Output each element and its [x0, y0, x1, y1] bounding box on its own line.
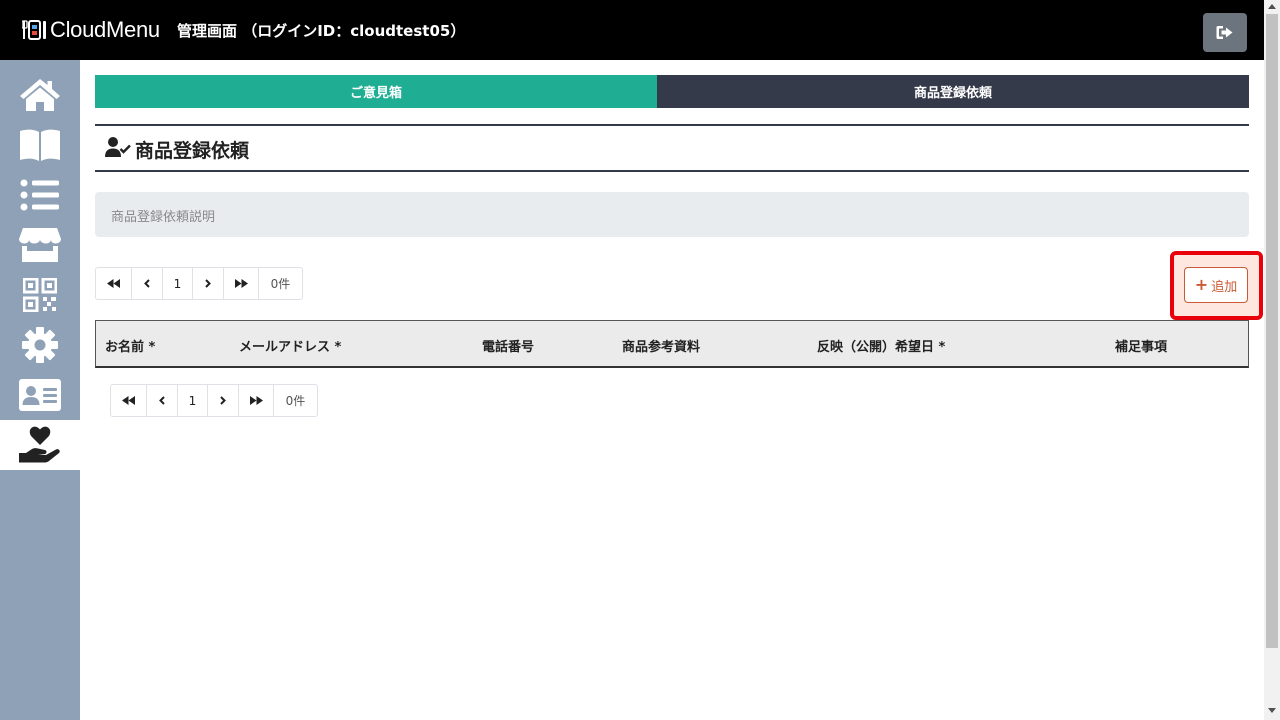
- vertical-scrollbar[interactable]: [1264, 0, 1280, 720]
- scroll-down-arrow-icon[interactable]: [1268, 708, 1276, 713]
- menu-logo-icon: [22, 20, 46, 40]
- sidebar-item-qrcode[interactable]: [0, 270, 80, 320]
- next-page-button[interactable]: [208, 385, 239, 416]
- next-page-button[interactable]: [193, 268, 224, 299]
- column-name: お名前 *: [105, 340, 156, 355]
- page-heading: 商品登録依頼: [95, 124, 1249, 172]
- record-count: 0件: [285, 394, 306, 408]
- cloudmenu-logo[interactable]: CloudMenu: [22, 16, 160, 44]
- sidebar-item-list[interactable]: [0, 170, 80, 220]
- store-icon: [19, 228, 61, 262]
- sidebar-item-profile[interactable]: [0, 370, 80, 420]
- pagination-top: 1 0件: [95, 267, 303, 300]
- tab-opinion-box[interactable]: ご意見箱: [95, 75, 657, 108]
- tab-product-request[interactable]: 商品登録依頼: [657, 75, 1249, 108]
- current-page[interactable]: 1: [163, 268, 193, 299]
- sign-out-icon: [1216, 26, 1233, 39]
- table-header: お名前 * メールアドレス * 電話番号 商品参考資料 反映（公開）希望日 * …: [95, 320, 1249, 368]
- list-icon: [20, 179, 59, 211]
- hand-holding-heart-icon: [19, 426, 60, 463]
- chevron-left-icon: [144, 279, 150, 288]
- sidebar-item-home[interactable]: [0, 70, 80, 120]
- column-phone: 電話番号: [482, 340, 535, 355]
- chevron-right-icon: [220, 396, 226, 405]
- column-email: メールアドレス *: [239, 340, 342, 355]
- top-bar: CloudMenu 管理画面 （ログインID：cloudtest05）: [0, 0, 1264, 60]
- sidebar-item-requests[interactable]: [0, 420, 80, 470]
- gear-icon: [22, 327, 58, 363]
- scroll-up-arrow-icon[interactable]: [1268, 4, 1276, 9]
- description-box: 商品登録依頼説明: [95, 192, 1249, 237]
- scrollbar-thumb[interactable]: [1266, 14, 1278, 648]
- record-count: 0件: [270, 277, 291, 291]
- tab-bar: ご意見箱 商品登録依頼: [95, 75, 1249, 108]
- book-open-icon: [20, 129, 60, 161]
- add-button-label: 追加: [1211, 279, 1238, 295]
- add-button[interactable]: + 追加: [1184, 267, 1248, 303]
- qrcode-icon: [23, 278, 57, 312]
- column-notes: 補足事項: [1115, 340, 1168, 355]
- plus-icon: +: [1194, 275, 1209, 294]
- sidebar-item-menu-book[interactable]: [0, 120, 80, 170]
- double-left-icon: [122, 396, 135, 405]
- page-title: 商品登録依頼: [135, 140, 250, 162]
- admin-title: 管理画面 （ログインID：cloudtest05）: [177, 22, 466, 40]
- user-check-icon: [105, 137, 131, 157]
- first-page-button[interactable]: [111, 385, 147, 416]
- last-page-button[interactable]: [239, 385, 274, 416]
- id-card-icon: [19, 379, 61, 411]
- prev-page-button[interactable]: [147, 385, 178, 416]
- first-page-button[interactable]: [96, 268, 132, 299]
- logout-button[interactable]: [1203, 13, 1247, 52]
- home-icon: [20, 79, 60, 111]
- prev-page-button[interactable]: [132, 268, 163, 299]
- sidebar-item-settings[interactable]: [0, 320, 80, 370]
- chevron-right-icon: [205, 279, 211, 288]
- double-right-icon: [234, 279, 248, 288]
- double-left-icon: [107, 279, 120, 288]
- column-reference: 商品参考資料: [622, 340, 701, 355]
- double-right-icon: [249, 396, 263, 405]
- pagination-bottom: 1 0件: [110, 384, 318, 417]
- current-page[interactable]: 1: [178, 385, 208, 416]
- description-text: 商品登録依頼説明: [111, 210, 216, 225]
- sidebar-item-store[interactable]: [0, 220, 80, 270]
- column-publish-date: 反映（公開）希望日 *: [817, 340, 946, 355]
- logo-text: CloudMenu: [50, 17, 160, 42]
- chevron-left-icon: [159, 396, 165, 405]
- sidebar: [0, 60, 80, 720]
- last-page-button[interactable]: [224, 268, 259, 299]
